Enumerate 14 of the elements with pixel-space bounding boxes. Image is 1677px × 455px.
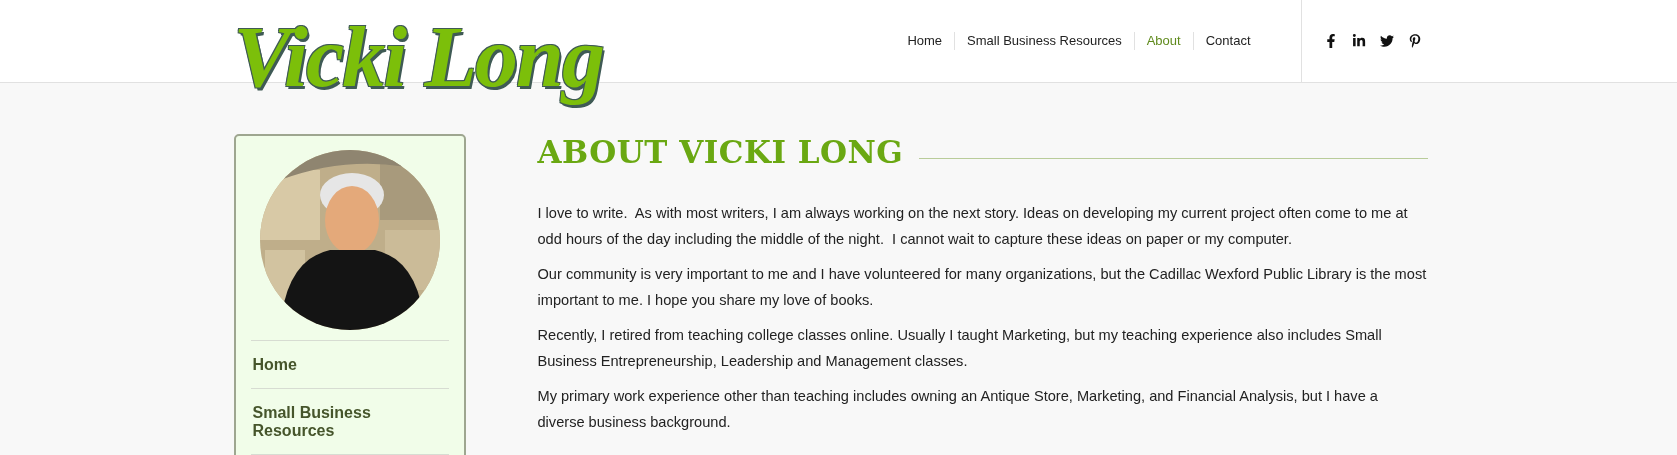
nav-link[interactable]: Small Business Resources — [954, 32, 1134, 50]
page-title: ABOUT VICKI LONG — [537, 134, 904, 170]
paragraph: Our community is very important to me and I have volunteered for many organizations, but the Cadillac Wexford Public Library is the most important to me. I hope you share my love of books. — [537, 265, 1428, 310]
sidebar-link[interactable]: Home — [250, 341, 449, 389]
sidebar-link[interactable]: Small Business Resources — [250, 389, 449, 455]
paragraph: Recently, I retired from teaching college classes online. Usually I taught Marketing, but my teaching experience also includes Small Business Entrepreneurship, Leadership and Management classes. — [537, 326, 1383, 371]
linkedin-icon[interactable] — [1351, 34, 1366, 48]
paragraph: I love to write. As with most writers, I am always working on the next story. Ideas on developing my current project often come to me at odd hours of the day including the middle of the night. I cannot wait to capture these ideas on paper or my computer. — [537, 204, 1409, 249]
bird-icon[interactable] — [1379, 34, 1394, 48]
nav-link[interactable]: Contact — [1192, 32, 1263, 50]
nav-link[interactable]: About — [1133, 32, 1193, 50]
pinterest-icon[interactable] — [1407, 34, 1422, 48]
paragraph: My primary work experience other than teaching includes owning an Antique Store, Marketing, and Financial Analysis, but I have a diverse business background. — [537, 387, 1379, 432]
nav-link[interactable]: Home — [895, 32, 955, 50]
